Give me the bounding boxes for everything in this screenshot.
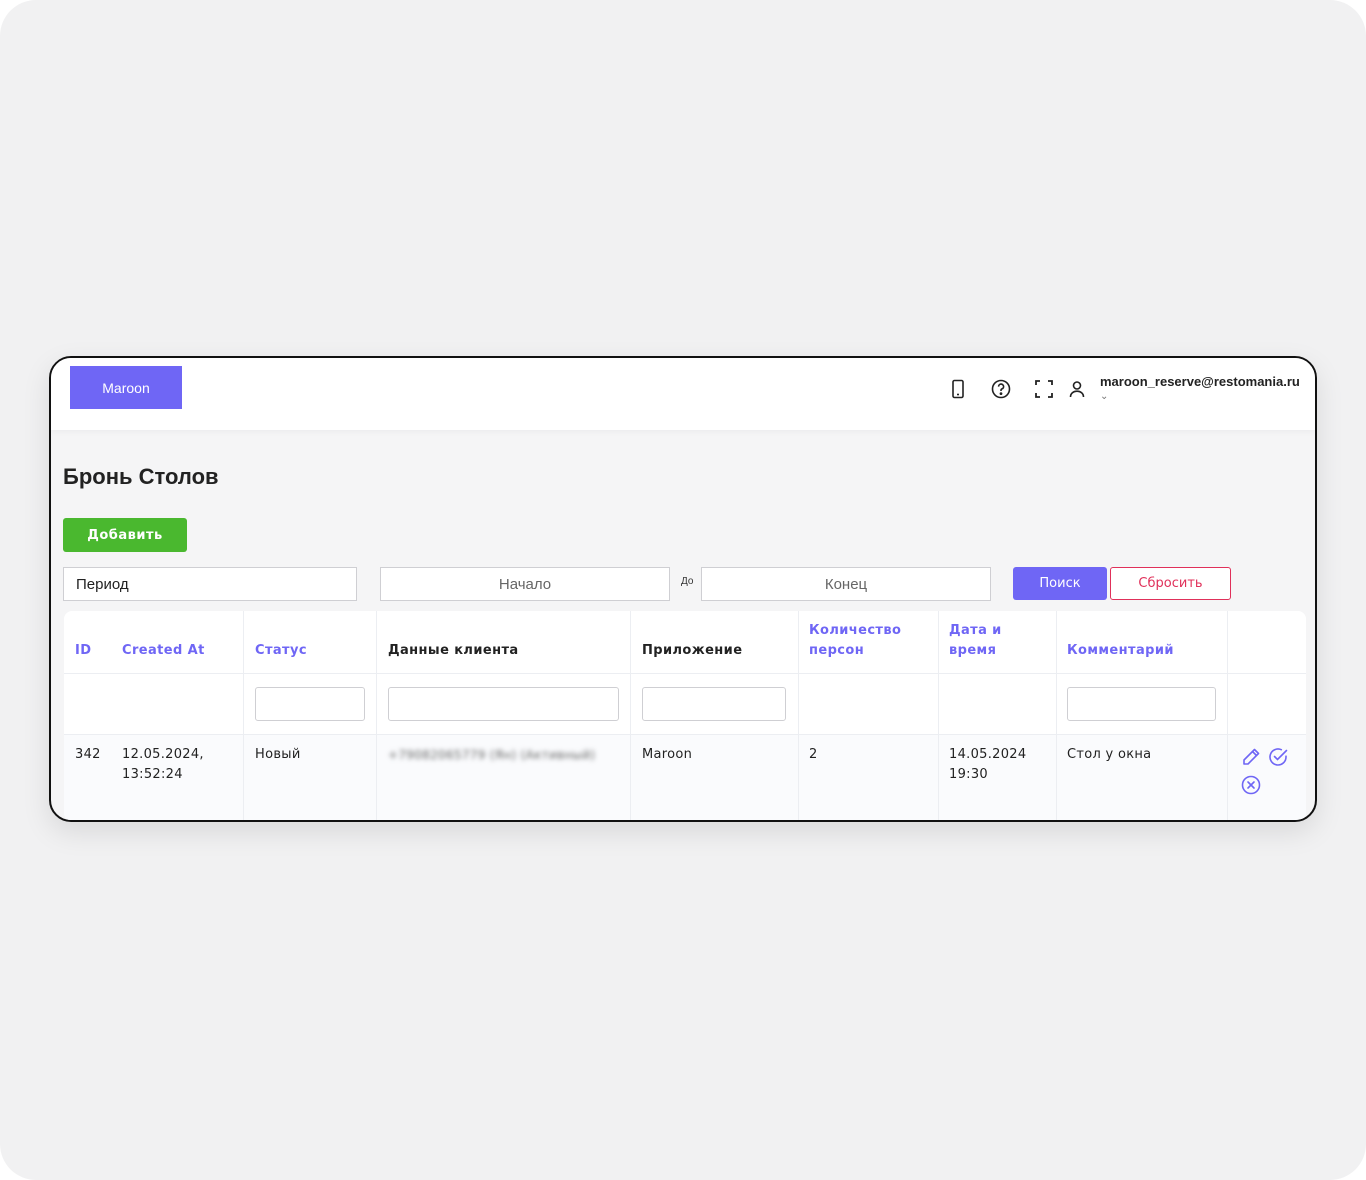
header-id[interactable]: ID — [75, 641, 91, 661]
to-label: До — [681, 576, 694, 587]
cell-created-time: 13:52:24 — [122, 767, 183, 782]
brand-button[interactable]: Maroon — [70, 366, 182, 409]
cell-app: Maroon — [642, 747, 693, 762]
fullscreen-icon[interactable] — [1033, 378, 1055, 400]
end-date-input[interactable]: Конец — [701, 567, 991, 601]
app-window: Maroon maroon_reserve@restomania.ru ⌄ Бр… — [49, 356, 1317, 822]
search-button[interactable]: Поиск — [1013, 567, 1107, 600]
confirm-icon[interactable] — [1267, 746, 1289, 768]
header-persons[interactable]: Количество персон — [809, 621, 901, 661]
client-filter-input[interactable] — [388, 687, 619, 721]
header-created-at[interactable]: Created At — [122, 641, 205, 661]
column-divider — [1056, 611, 1057, 820]
cell-id: 342 — [75, 747, 101, 762]
cell-date: 14.05.2024 — [949, 747, 1027, 762]
cancel-icon[interactable] — [1240, 774, 1262, 796]
page-title: Бронь Столов — [63, 464, 219, 489]
column-divider — [376, 611, 377, 820]
column-divider — [243, 611, 244, 820]
cell-comment: Стол у окна — [1067, 747, 1152, 762]
row-divider — [64, 734, 1306, 735]
top-bar: Maroon maroon_reserve@restomania.ru ⌄ — [51, 358, 1315, 430]
status-filter-input[interactable] — [255, 687, 365, 721]
cell-client: +79082065779 (Ян) (Активный) — [388, 748, 596, 762]
mobile-icon[interactable] — [947, 378, 969, 400]
cell-persons: 2 — [809, 747, 818, 762]
header-comment[interactable]: Комментарий — [1067, 641, 1174, 661]
header-datetime-line1: Дата и — [949, 623, 1002, 638]
header-app: Приложение — [642, 643, 743, 658]
screenshot-background: Maroon maroon_reserve@restomania.ru ⌄ Бр… — [0, 0, 1366, 1180]
app-filter-input[interactable] — [642, 687, 786, 721]
period-field[interactable]: Период — [63, 567, 357, 601]
header-datetime-line2: время — [949, 643, 997, 658]
cell-datetime: 14.05.2024 19:30 — [949, 745, 1026, 785]
cell-time: 19:30 — [949, 767, 988, 782]
column-divider — [798, 611, 799, 820]
header-datetime[interactable]: Дата и время — [949, 621, 1002, 661]
row-divider — [64, 673, 1306, 674]
header-persons-line2: персон — [809, 643, 865, 658]
cell-created-at: 12.05.2024, 13:52:24 — [122, 745, 204, 785]
reservations-table: ID Created At Статус Данные клиента Прил… — [64, 611, 1306, 820]
help-icon[interactable] — [990, 378, 1012, 400]
comment-filter-input[interactable] — [1067, 687, 1216, 721]
edit-icon[interactable] — [1240, 746, 1262, 768]
cell-created-date: 12.05.2024, — [122, 747, 204, 762]
column-divider — [1227, 611, 1228, 820]
reset-button[interactable]: Сбросить — [1110, 567, 1231, 600]
start-date-input[interactable]: Начало — [380, 567, 670, 601]
header-client: Данные клиента — [388, 643, 519, 658]
cell-status: Новый — [255, 747, 301, 762]
user-menu-caret[interactable]: ⌄ — [1100, 391, 1108, 402]
column-divider — [630, 611, 631, 820]
header-persons-line1: Количество — [809, 623, 902, 638]
user-email[interactable]: maroon_reserve@restomania.ru — [1100, 374, 1300, 389]
user-icon[interactable] — [1066, 378, 1088, 400]
header-status[interactable]: Статус — [255, 641, 307, 661]
add-button[interactable]: Добавить — [63, 518, 187, 552]
column-divider — [938, 611, 939, 820]
